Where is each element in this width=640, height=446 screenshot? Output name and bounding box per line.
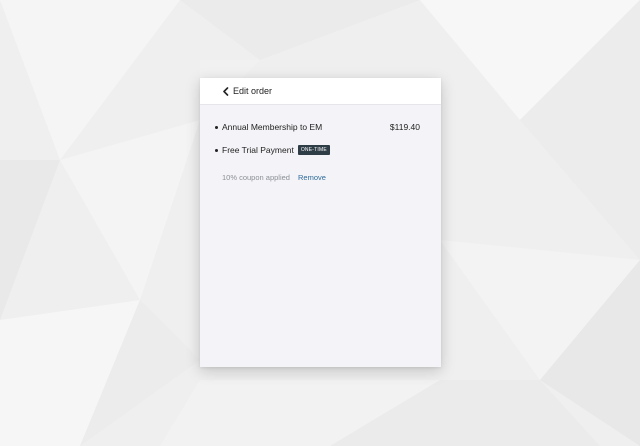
edit-order-label: Edit order <box>233 86 273 96</box>
card-header: Edit order <box>200 78 441 105</box>
bullet-icon <box>215 148 218 152</box>
item-price: $119.40 <box>389 122 420 132</box>
order-item: Annual Membership to EM $119.40 <box>215 121 441 133</box>
edit-order-link[interactable]: Edit order <box>222 86 272 96</box>
order-item: Free Trial Payment ONE-TIME <box>215 144 441 156</box>
item-name: Free Trial Payment <box>222 145 294 155</box>
order-summary-card: Edit order Annual Membership to EM $119.… <box>200 78 441 367</box>
coupon-text: 10% coupon applied <box>222 173 290 182</box>
one-time-badge: ONE-TIME <box>297 145 330 155</box>
chevron-left-icon <box>223 86 229 96</box>
coupon-row: 10% coupon applied Remove <box>215 173 441 182</box>
order-items: Annual Membership to EM $119.40 Free Tri… <box>200 121 441 182</box>
bullet-icon <box>215 125 218 129</box>
item-name: Annual Membership to EM <box>222 122 323 132</box>
remove-coupon-link[interactable]: Remove <box>298 173 326 182</box>
